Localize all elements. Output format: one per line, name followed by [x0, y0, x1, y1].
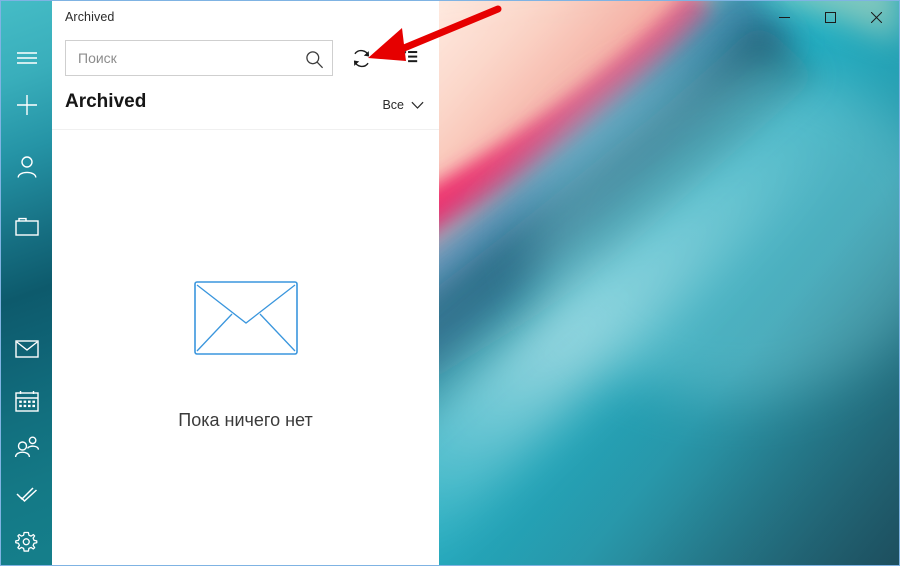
window-controls [761, 1, 899, 33]
search-input[interactable] [78, 41, 304, 75]
sidebar-item-mail[interactable] [1, 327, 52, 371]
sidebar-item-tasks[interactable] [1, 473, 52, 517]
maximize-button[interactable] [807, 1, 853, 33]
people-icon [14, 436, 39, 458]
person-icon [17, 156, 36, 178]
select-mode-icon [396, 50, 417, 62]
desktop-wallpaper [439, 1, 899, 565]
plus-icon [16, 95, 37, 115]
folder-icon [14, 217, 39, 236]
sidebar-item-accounts[interactable] [1, 145, 52, 189]
account-title: Archived [65, 10, 115, 24]
search-button[interactable] [300, 45, 328, 73]
minimize-icon [778, 16, 790, 18]
header-divider [52, 129, 439, 130]
wallpaper-gradient-art [439, 1, 899, 565]
filter-dropdown[interactable]: Все [382, 93, 424, 117]
empty-state-message: Пока ничего нет [178, 410, 313, 430]
envelope-outline-icon [193, 281, 298, 355]
navigation-rail [1, 1, 52, 565]
calendar-icon [14, 391, 39, 412]
close-button[interactable] [853, 1, 899, 33]
filter-label: Все [382, 98, 404, 112]
hamburger-menu-icon [16, 52, 37, 64]
maximize-icon [824, 11, 836, 23]
list-header: Archived Все [52, 91, 439, 127]
sync-button[interactable] [346, 43, 376, 73]
sidebar-item-menu[interactable] [1, 36, 52, 80]
search-box[interactable] [65, 40, 333, 76]
select-mode-button[interactable] [392, 43, 422, 73]
sidebar-item-people[interactable] [1, 425, 52, 469]
sidebar-item-new[interactable] [1, 83, 52, 127]
sidebar-item-folders[interactable] [1, 205, 52, 249]
folder-title: Archived [65, 91, 147, 112]
sync-icon [353, 49, 369, 67]
message-list-pane: Archived Поиск Archived Все Пока ничего … [52, 1, 439, 565]
search-icon [305, 50, 323, 68]
chevron-down-icon [411, 101, 424, 109]
sidebar-item-settings[interactable] [1, 519, 52, 563]
sidebar-item-calendar[interactable] [1, 379, 52, 423]
search-row [65, 40, 333, 76]
close-icon [870, 11, 882, 23]
minimize-button[interactable] [761, 1, 807, 33]
empty-state: Пока ничего нет [52, 281, 439, 431]
mail-app-window: Archived Поиск Archived Все Пока ничего … [0, 0, 900, 566]
gear-icon [15, 531, 38, 552]
mail-icon [14, 340, 39, 358]
tasks-icon [15, 487, 37, 503]
